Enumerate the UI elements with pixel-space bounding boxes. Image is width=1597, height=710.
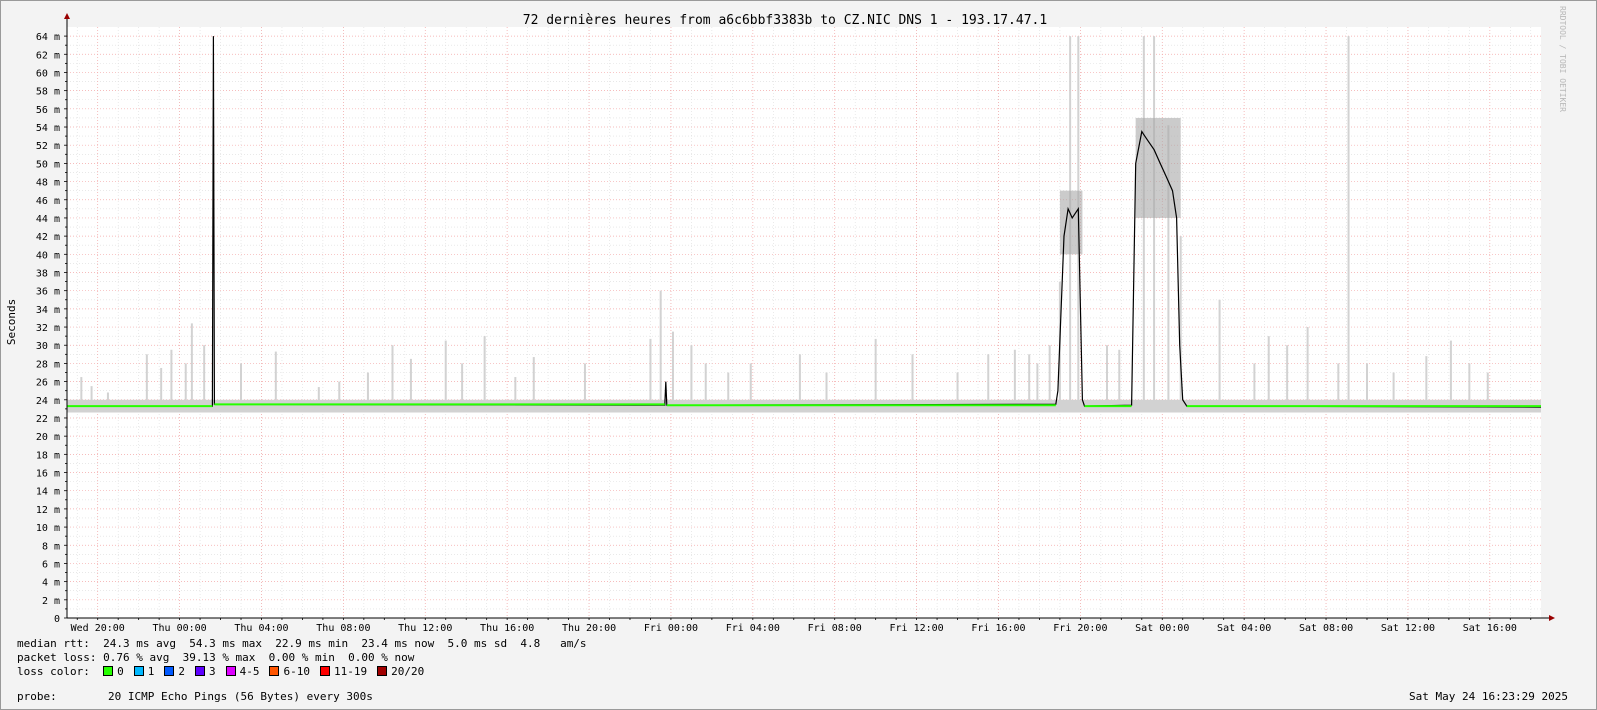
loss-color-swatches: 0 1 2 3 4-5 6-10 11-19 20/20 xyxy=(103,665,434,678)
loss-color-swatch xyxy=(133,666,144,676)
loss-color-label-item: 3 xyxy=(208,665,216,678)
loss-color-swatch xyxy=(103,666,114,676)
y-tick-label: 20 m xyxy=(36,432,60,443)
rrdtool-watermark: RRDTOOL / TOBI OETIKER xyxy=(1558,6,1567,112)
legend-loss-color-row: loss color: 0 1 2 3 4-5 6-10 11-19 20/20 xyxy=(17,665,434,678)
loss-color-item: 4-5 xyxy=(225,665,260,678)
y-tick-label: 8 m xyxy=(42,541,60,552)
median-label: median rtt: xyxy=(17,637,90,650)
x-tick-label: Fri 16:00 xyxy=(971,623,1025,634)
probe-value: 20 ICMP Echo Pings (56 Bytes) every 300s xyxy=(108,690,373,703)
loss-color-label-item: 0 xyxy=(117,665,124,678)
loss-color-label-item: 20/20 xyxy=(391,665,425,678)
y-tick-label: 42 m xyxy=(36,232,60,243)
y-tick-label: 54 m xyxy=(36,123,60,134)
x-tick-label: Sat 08:00 xyxy=(1299,623,1353,634)
loss-color-item: 0 xyxy=(103,665,124,678)
x-axis-arrow xyxy=(1549,615,1555,621)
legend-median-row: median rtt: 24.3 ms avg 54.3 ms max 22.9… xyxy=(17,637,587,650)
loss-color-item: 11-19 xyxy=(319,665,368,678)
loss-color-label-item: 2 xyxy=(178,665,185,678)
chart-title: 72 dernières heures from a6c6bbf3383b to… xyxy=(523,13,1047,28)
y-tick-label: 30 m xyxy=(36,341,60,352)
y-axis-label: Seconds xyxy=(5,299,18,345)
loss-color-swatch xyxy=(225,666,236,676)
loss-color-label-item: 11-19 xyxy=(333,665,368,678)
y-tick-label: 22 m xyxy=(36,414,60,425)
loss-color-item: 2 xyxy=(164,665,185,678)
x-tick-label: Fri 00:00 xyxy=(644,623,698,634)
y-tick-label: 58 m xyxy=(36,87,60,98)
loss-label: packet loss: xyxy=(17,651,97,664)
x-tick-label: Fri 20:00 xyxy=(1053,623,1107,634)
median-values: 24.3 ms avg 54.3 ms max 22.9 ms min 23.4… xyxy=(103,637,587,650)
loss-color-swatch xyxy=(319,666,330,676)
y-tick-label: 62 m xyxy=(36,50,60,61)
y-tick-label: 14 m xyxy=(36,487,60,498)
legend-loss-row: packet loss: 0.76 % avg 39.13 % max 0.00… xyxy=(17,651,414,664)
x-tick-labels: Wed 20:00 Thu 00:00 Thu 04:00 Thu 08:00 Thu … xyxy=(71,623,1517,634)
loss-color-item: 6-10 xyxy=(269,665,310,678)
loss-color-item: 1 xyxy=(133,665,155,678)
probe-label: probe: xyxy=(17,690,57,703)
loss-color-swatch xyxy=(377,666,388,676)
loss-color-swatch xyxy=(269,666,280,676)
y-tick-label: 26 m xyxy=(36,378,60,389)
loss-color-item: 3 xyxy=(194,665,216,678)
x-tick-label: Thu 20:00 xyxy=(562,623,616,634)
y-tick-label: 16 m xyxy=(36,469,60,480)
y-tick-labels: 0 2 m 4 m 6 m 8 m 10 m 12 m 14 m 16 m 18 m 20 m 22 … xyxy=(36,32,60,625)
latency-chart: 0 2 m 4 m 6 m 8 m 10 m 12 m 14 m 16 m 18 m 20 m 22 … xyxy=(5,6,1567,634)
x-tick-label: Thu 04:00 xyxy=(234,623,288,634)
legend-probe-row: probe: xyxy=(17,690,57,703)
y-tick-label: 48 m xyxy=(36,178,60,189)
loss-color-label-item: 1 xyxy=(147,665,155,678)
y-tick-label: 6 m xyxy=(42,559,60,570)
y-tick-label: 34 m xyxy=(36,305,60,316)
y-tick-label: 60 m xyxy=(36,68,60,79)
y-tick-label: 18 m xyxy=(36,450,60,461)
timestamp: Sat May 24 16:23:29 2025 xyxy=(1409,690,1568,703)
x-tick-label: Thu 00:00 xyxy=(153,623,207,634)
y-tick-label: 0 xyxy=(54,614,60,625)
x-tick-label: Sat 16:00 xyxy=(1463,623,1517,634)
loss-color-label-item: 4-5 xyxy=(239,665,260,678)
y-tick-label: 46 m xyxy=(36,196,60,207)
loss-color-item: 20/20 xyxy=(377,665,424,678)
y-tick-label: 40 m xyxy=(36,250,60,261)
y-tick-label: 38 m xyxy=(36,268,60,279)
y-tick-label: 52 m xyxy=(36,141,60,152)
y-tick-label: 4 m xyxy=(42,578,60,589)
loss-color-swatch xyxy=(194,666,205,676)
x-tick-label: Thu 08:00 xyxy=(316,623,370,634)
loss-color-label: loss color: xyxy=(17,665,90,678)
y-tick-label: 50 m xyxy=(36,159,60,170)
loss-values: 0.76 % avg 39.13 % max 0.00 % min 0.00 %… xyxy=(103,651,415,664)
x-tick-label: Fri 08:00 xyxy=(808,623,862,634)
x-tick-label: Sat 04:00 xyxy=(1217,623,1271,634)
x-tick-label: Wed 20:00 xyxy=(71,623,125,634)
x-tick-label: Thu 12:00 xyxy=(398,623,452,634)
y-axis-arrow xyxy=(64,13,70,19)
x-tick-label: Sat 00:00 xyxy=(1135,623,1189,634)
y-tick-label: 44 m xyxy=(36,214,60,225)
x-tick-label: Sat 12:00 xyxy=(1381,623,1435,634)
y-tick-label: 32 m xyxy=(36,323,60,334)
y-tick-label: 12 m xyxy=(36,505,60,516)
y-tick-label: 10 m xyxy=(36,523,60,534)
x-tick-label: Thu 16:00 xyxy=(480,623,534,634)
x-tick-label: Fri 04:00 xyxy=(726,623,780,634)
y-tick-label: 2 m xyxy=(42,596,60,607)
plot-canvas xyxy=(67,27,1541,618)
y-tick-label: 36 m xyxy=(36,287,60,298)
y-tick-label: 56 m xyxy=(36,105,60,116)
loss-color-label-item: 6-10 xyxy=(283,665,310,678)
y-tick-label: 24 m xyxy=(36,396,60,407)
x-tick-label: Fri 12:00 xyxy=(890,623,944,634)
loss-color-swatch xyxy=(164,666,175,676)
y-tick-label: 28 m xyxy=(36,359,60,370)
y-tick-label: 64 m xyxy=(36,32,60,43)
smokeping-graph: 0 2 m 4 m 6 m 8 m 10 m 12 m 14 m 16 m 18 m 20 m 22 … xyxy=(0,0,1597,710)
